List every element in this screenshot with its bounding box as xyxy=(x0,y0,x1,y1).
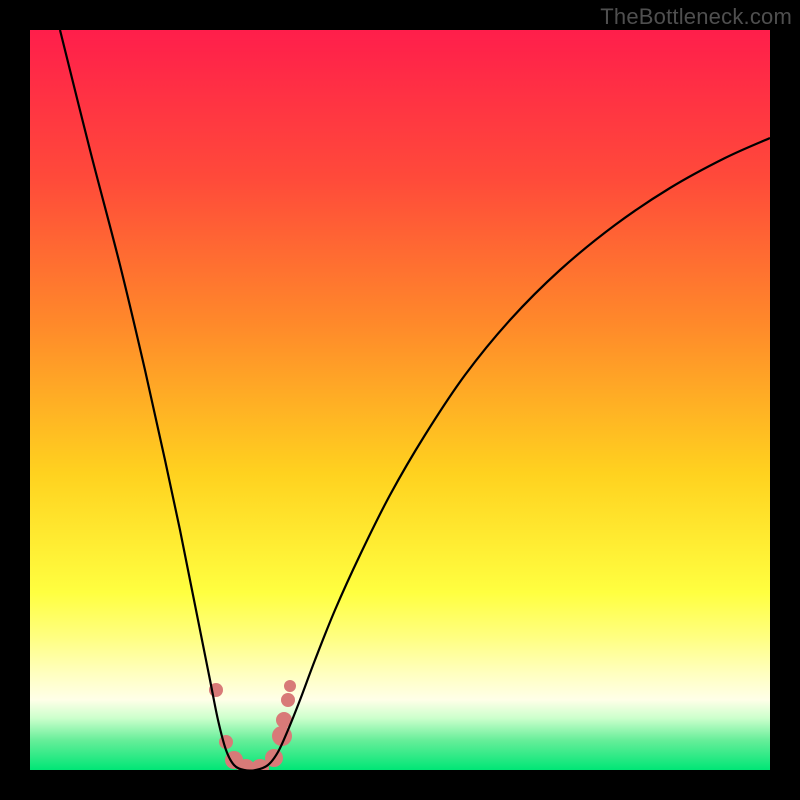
chart-svg xyxy=(30,30,770,770)
data-marker xyxy=(284,680,296,692)
watermark-text: TheBottleneck.com xyxy=(600,4,792,30)
plot-area xyxy=(30,30,770,770)
gradient-background xyxy=(30,30,770,770)
data-marker xyxy=(281,693,295,707)
chart-frame: TheBottleneck.com xyxy=(0,0,800,800)
